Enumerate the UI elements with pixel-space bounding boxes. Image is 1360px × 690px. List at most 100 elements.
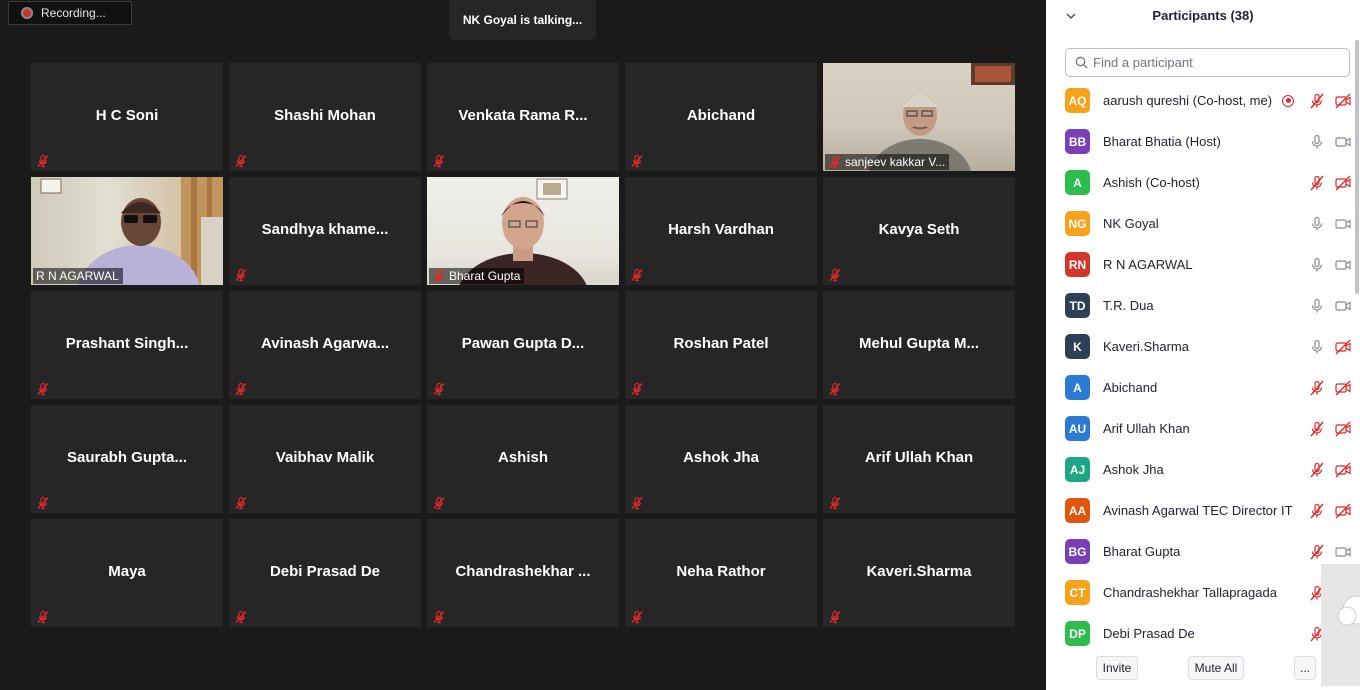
participant-name: Prashant Singh... [65,335,189,352]
participant-row[interactable]: K Kaveri.Sharma [1046,326,1352,367]
participant-tile[interactable]: Kavya Seth [823,177,1015,285]
camera-icon[interactable] [1334,543,1352,561]
camera-off-icon[interactable] [1334,502,1352,520]
participant-tile[interactable]: Mehul Gupta M... [823,291,1015,399]
participant-tile[interactable]: Prashant Singh... [31,291,223,399]
avatar: BB [1065,129,1090,154]
microphone-muted-icon[interactable] [1308,543,1326,561]
camera-off-icon[interactable] [1334,461,1352,479]
participant-tile[interactable]: Chandrashekhar ... [427,519,619,627]
participant-row[interactable]: BG Bharat Gupta [1046,531,1352,572]
active-speaker-label: NK Goyal is talking... [462,13,583,27]
microphone-icon[interactable] [1308,256,1326,274]
participant-row[interactable]: AU Arif Ullah Khan [1046,408,1352,449]
camera-off-icon[interactable] [1334,92,1352,110]
microphone-muted-icon[interactable] [1308,92,1326,110]
participant-name: Abichand [1103,380,1158,395]
mic-muted-icon [829,268,841,282]
microphone-muted-icon[interactable] [1308,420,1326,438]
participant-tile[interactable]: Abichand [625,63,817,171]
participant-tile[interactable]: Sandhya khame... [229,177,421,285]
participant-tile[interactable]: Debi Prasad De [229,519,421,627]
more-button[interactable]: ... [1294,656,1316,680]
participant-tile[interactable]: R N AGARWAL [31,177,223,285]
participant-search[interactable] [1065,48,1350,77]
participant-tile[interactable]: Maya [31,519,223,627]
mic-muted-icon [829,382,841,396]
participant-tile[interactable]: Venkata Rama R... [427,63,619,171]
microphone-muted-icon[interactable] [1308,461,1326,479]
camera-off-icon[interactable] [1334,174,1352,192]
mic-muted-icon [235,268,247,282]
participant-tile[interactable]: Avinash Agarwa... [229,291,421,399]
participant-tile[interactable]: H C Soni [31,63,223,171]
camera-icon[interactable] [1334,256,1352,274]
participant-tile[interactable]: Roshan Patel [625,291,817,399]
participant-row[interactable]: BB Bharat Bhatia (Host) [1046,121,1352,162]
participant-row[interactable]: CT Chandrashekhar Tallapragada [1046,572,1352,613]
microphone-muted-icon[interactable] [1308,502,1326,520]
microphone-icon[interactable] [1308,338,1326,356]
camera-icon[interactable] [1334,297,1352,315]
participant-tile[interactable]: Bharat Gupta [427,177,619,285]
participant-name: Shashi Mohan [274,107,376,124]
camera-off-icon[interactable] [1334,338,1352,356]
recording-label: Recording... [41,6,106,20]
participant-name: Debi Prasad De [269,563,381,580]
participant-row[interactable]: AJ Ashok Jha [1046,449,1352,490]
participant-row[interactable]: RN R N AGARWAL [1046,244,1352,285]
participant-row[interactable]: DP Debi Prasad De [1046,613,1352,654]
camera-icon[interactable] [1334,133,1352,151]
participant-tile[interactable]: Neha Rathor [625,519,817,627]
self-view-thumbnail[interactable] [1321,564,1360,686]
avatar: AU [1065,416,1090,441]
participant-tile[interactable]: Vaibhav Malik [229,405,421,513]
participant-tile[interactable]: Kaveri.Sharma [823,519,1015,627]
participant-name: Ashok Jha [1103,462,1164,477]
camera-off-icon[interactable] [1334,420,1352,438]
participant-controls [1300,162,1352,203]
microphone-muted-icon[interactable] [1308,379,1326,397]
microphone-muted-icon[interactable] [1308,174,1326,192]
participant-row[interactable]: TD T.R. Dua [1046,285,1352,326]
participant-row[interactable]: NG NK Goyal [1046,203,1352,244]
participant-row[interactable]: AA Avinash Agarwal TEC Director IT [1046,490,1352,531]
participant-name: Bharat Bhatia (Host) [1103,134,1221,149]
camera-icon[interactable] [1334,215,1352,233]
participant-name: Mehul Gupta M... [859,335,979,352]
participant-tile[interactable]: Ashok Jha [625,405,817,513]
participant-name: Pawan Gupta D... [461,335,585,352]
participant-tile[interactable]: Arif Ullah Khan [823,405,1015,513]
avatar: CT [1065,580,1090,605]
camera-off-icon[interactable] [1334,379,1352,397]
participant-tile[interactable]: Ashish [427,405,619,513]
participant-name: R N AGARWAL [1103,257,1193,272]
participant-row[interactable]: A Ashish (Co-host) [1046,162,1352,203]
microphone-icon[interactable] [1308,297,1326,315]
mic-muted-icon [631,382,643,396]
mic-muted-icon [37,382,49,396]
participant-row[interactable]: AQ aarush qureshi (Co-host, me) [1046,80,1352,121]
avatar: BG [1065,539,1090,564]
participant-tile[interactable]: Pawan Gupta D... [427,291,619,399]
participant-tile[interactable]: Saurabh Gupta... [31,405,223,513]
mute-all-button[interactable]: Mute All [1188,656,1244,680]
search-input[interactable] [1093,55,1333,70]
scrollbar[interactable] [1355,40,1359,294]
participant-row[interactable]: A Abichand [1046,367,1352,408]
participants-panel: Participants (38) AQ aarush qureshi (Co-h… [1046,0,1360,690]
participant-tile[interactable]: sanjeev kakkar V... [823,63,1015,171]
microphone-icon[interactable] [1308,215,1326,233]
invite-button[interactable]: Invite [1096,656,1138,680]
mic-muted-icon [235,610,247,624]
mic-muted-icon [433,610,445,624]
participant-name: NK Goyal [1103,216,1159,231]
mic-muted-icon [631,610,643,624]
participant-tile[interactable]: Shashi Mohan [229,63,421,171]
participant-name: sanjeev kakkar V... [845,155,946,169]
mic-muted-icon [433,382,445,396]
microphone-icon[interactable] [1308,133,1326,151]
recording-indicator[interactable]: Recording... [8,1,132,25]
mic-muted-icon [829,496,841,510]
participant-tile[interactable]: Harsh Vardhan [625,177,817,285]
